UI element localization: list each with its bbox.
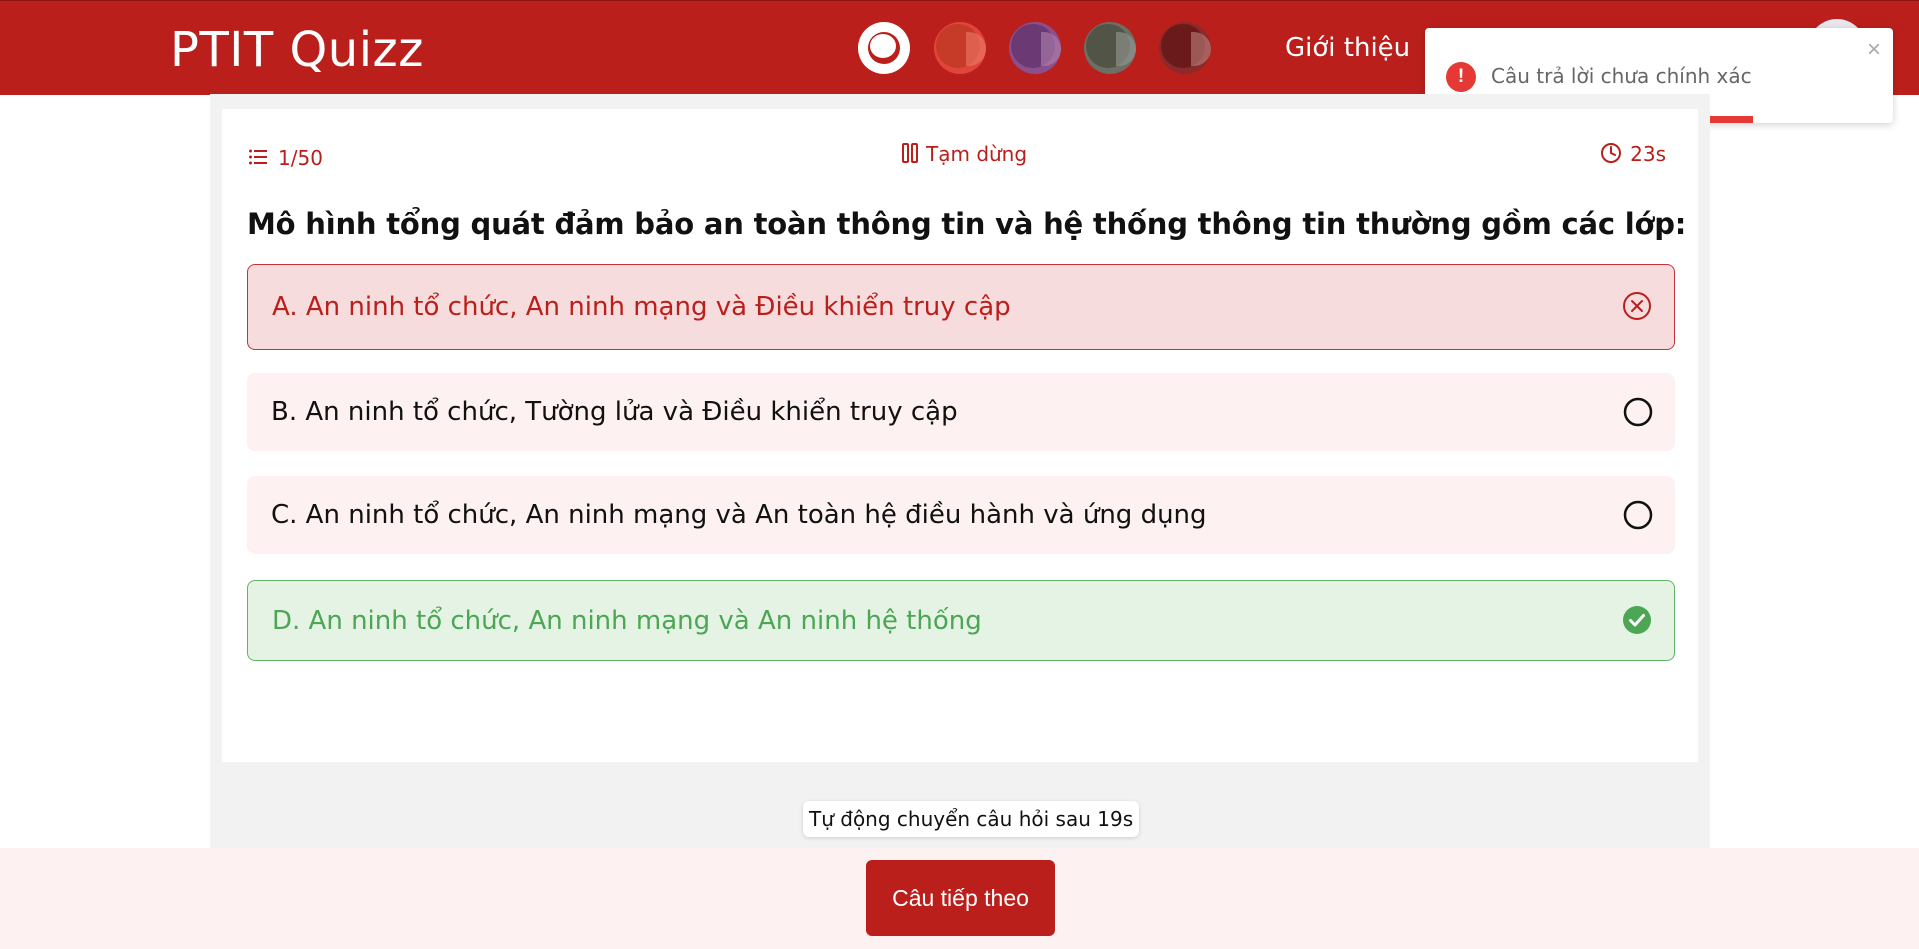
brand-logo-text[interactable]: PTIT Quizz: [170, 22, 424, 78]
toast-message: Câu trả lời chưa chính xác: [1491, 64, 1752, 88]
theme-option-5[interactable]: [1159, 22, 1211, 74]
footer-bar: Câu tiếp theo: [0, 848, 1919, 949]
list-icon: [248, 147, 268, 172]
answer-option-label: C. An ninh tổ chức, An ninh mạng và An t…: [271, 500, 1207, 530]
exclamation-icon: !: [1446, 62, 1476, 92]
wrong-circle-x-icon: [1622, 291, 1652, 328]
answer-option-label: D. An ninh tổ chức, An ninh mạng và An n…: [272, 606, 982, 636]
answer-option-a[interactable]: A. An ninh tổ chức, An ninh mạng và Điều…: [247, 264, 1675, 350]
pause-label: Tạm dừng: [926, 142, 1028, 166]
check-circle-icon: [1622, 605, 1652, 642]
countdown-timer: 23s: [1600, 142, 1666, 169]
timer-value: 23s: [1630, 142, 1666, 166]
close-icon[interactable]: ×: [1867, 36, 1881, 64]
theme-option-3[interactable]: [1009, 22, 1061, 74]
nav-about-link[interactable]: Giới thiệu: [1285, 33, 1410, 63]
radio-circle-icon: [1623, 397, 1653, 434]
answer-option-label: A. An ninh tổ chức, An ninh mạng và Điều…: [272, 292, 1011, 322]
theme-option-2[interactable]: [934, 22, 986, 74]
answer-option-b[interactable]: B. An ninh tổ chức, Tường lửa và Điều kh…: [247, 373, 1675, 451]
pause-button[interactable]: Tạm dừng: [902, 142, 1027, 168]
theme-option-4[interactable]: [1084, 22, 1136, 74]
answer-option-c[interactable]: C. An ninh tổ chức, An ninh mạng và An t…: [247, 476, 1675, 554]
pause-icon: [902, 143, 918, 168]
auto-next-notice: Tự động chuyển câu hỏi sau 19s: [803, 801, 1140, 837]
answer-option-label: B. An ninh tổ chức, Tường lửa và Điều kh…: [271, 397, 958, 427]
quiz-card: 1/50 Tạm dừng 23s Mô hình tổng quát đảm …: [222, 109, 1698, 762]
clock-icon: [1600, 142, 1622, 169]
question-text: Mô hình tổng quát đảm bảo an toàn thông …: [247, 207, 1687, 241]
answer-option-d[interactable]: D. An ninh tổ chức, An ninh mạng và An n…: [247, 580, 1675, 661]
question-counter[interactable]: 1/50: [248, 146, 323, 172]
theme-option-1[interactable]: [858, 22, 910, 74]
quiz-meta-bar: 1/50 Tạm dừng 23s: [222, 109, 1698, 189]
next-question-button[interactable]: Câu tiếp theo: [866, 860, 1055, 936]
radio-circle-icon: [1623, 500, 1653, 537]
question-counter-text: 1/50: [278, 146, 323, 170]
